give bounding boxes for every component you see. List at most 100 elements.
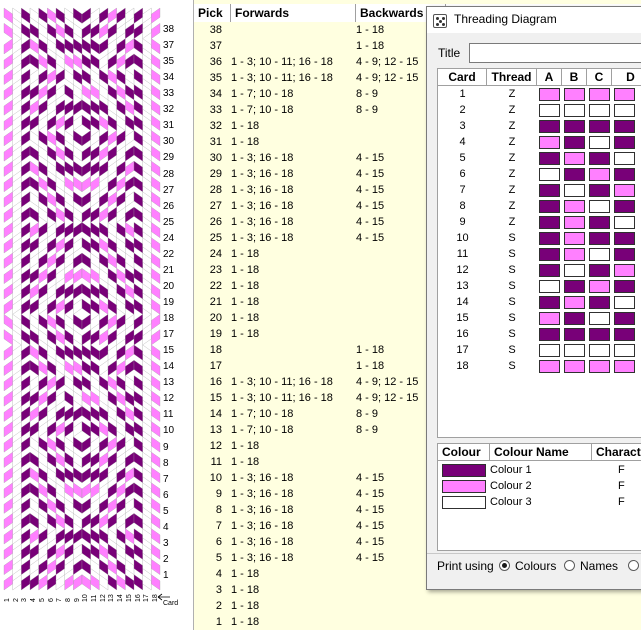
hole-a-colour-cell[interactable]: [539, 328, 560, 341]
thread-direction-cell[interactable]: Z: [487, 118, 537, 134]
hole-b-colour-cell[interactable]: [564, 264, 585, 277]
hole-d-colour-cell[interactable]: [614, 312, 635, 325]
hole-b-colour-cell[interactable]: [564, 312, 585, 325]
title-input[interactable]: [469, 43, 641, 63]
radio-indicator[interactable]: [499, 560, 510, 571]
hole-d-colour-cell[interactable]: [614, 248, 635, 261]
colour-name-column-header[interactable]: Colour Name: [490, 444, 592, 461]
colour-swatch[interactable]: [442, 480, 486, 493]
thread-direction-cell[interactable]: Z: [487, 214, 537, 230]
hole-c-colour-cell[interactable]: [589, 136, 610, 149]
pick-row[interactable]: 1 1 - 18: [194, 614, 641, 630]
card-row[interactable]: 5Z: [438, 150, 641, 166]
card-column-header[interactable]: Card: [438, 69, 487, 86]
hole-a-colour-cell[interactable]: [539, 312, 560, 325]
colour-swatch[interactable]: [442, 496, 486, 509]
hole-c-colour-cell[interactable]: [589, 328, 610, 341]
hole-b-colour-cell[interactable]: [564, 200, 585, 213]
card-row[interactable]: 4Z: [438, 134, 641, 150]
thread-direction-cell[interactable]: S: [487, 358, 537, 374]
hole-d-colour-cell[interactable]: [614, 200, 635, 213]
thread-direction-cell[interactable]: S: [487, 262, 537, 278]
hole-c-colour-cell[interactable]: [589, 312, 610, 325]
hole-c-colour-cell[interactable]: [589, 232, 610, 245]
hole-b-colour-cell[interactable]: [564, 184, 585, 197]
hole-c-colour-cell[interactable]: [589, 360, 610, 373]
card-row[interactable]: 14 S: [438, 294, 641, 310]
hole-a-colour-cell[interactable]: [539, 88, 560, 101]
hole-d-colour-cell[interactable]: [614, 120, 635, 133]
hole-c-colour-cell[interactable]: [589, 248, 610, 261]
card-row[interactable]: 11 S: [438, 246, 641, 262]
thread-direction-cell[interactable]: S: [487, 246, 537, 262]
hole-d-colour-cell[interactable]: [614, 136, 635, 149]
hole-b-colour-cell[interactable]: [564, 328, 585, 341]
radio-indicator[interactable]: [564, 560, 575, 571]
thread-direction-cell[interactable]: Z: [487, 198, 537, 214]
hole-d-colour-cell[interactable]: [614, 88, 635, 101]
hole-d-column-header[interactable]: D: [612, 69, 641, 86]
hole-c-colour-cell[interactable]: [589, 120, 610, 133]
hole-a-colour-cell[interactable]: [539, 280, 560, 293]
hole-a-colour-cell[interactable]: [539, 168, 560, 181]
hole-a-colour-cell[interactable]: [539, 136, 560, 149]
card-row[interactable]: 10 S: [438, 230, 641, 246]
colour-row[interactable]: Colour 2 F: [438, 478, 641, 494]
thread-direction-cell[interactable]: Z: [487, 166, 537, 182]
hole-a-colour-cell[interactable]: [539, 184, 560, 197]
colour-row[interactable]: Colour 3 F: [438, 494, 641, 510]
hole-b-column-header[interactable]: B: [562, 69, 587, 86]
thread-direction-cell[interactable]: S: [487, 294, 537, 310]
colour-row[interactable]: Colour 1 F: [438, 462, 641, 478]
thread-direction-cell[interactable]: S: [487, 326, 537, 342]
threading-diagram-dialog[interactable]: Threading Diagram Title Card Thread A B …: [426, 6, 641, 590]
hole-b-colour-cell[interactable]: [564, 232, 585, 245]
thread-direction-cell[interactable]: Z: [487, 150, 537, 166]
hole-b-colour-cell[interactable]: [564, 168, 585, 181]
pick-column-header[interactable]: Pick: [194, 4, 231, 22]
card-row[interactable]: 3Z: [438, 118, 641, 134]
hole-b-colour-cell[interactable]: [564, 88, 585, 101]
hole-c-colour-cell[interactable]: [589, 152, 610, 165]
card-row[interactable]: 8Z: [438, 198, 641, 214]
hole-b-colour-cell[interactable]: [564, 280, 585, 293]
colour-swatch[interactable]: [442, 464, 486, 477]
hole-a-colour-cell[interactable]: [539, 120, 560, 133]
hole-d-colour-cell[interactable]: [614, 104, 635, 117]
radio-indicator[interactable]: [628, 560, 639, 571]
hole-c-colour-cell[interactable]: [589, 280, 610, 293]
hole-a-colour-cell[interactable]: [539, 360, 560, 373]
hole-a-colour-cell[interactable]: [539, 248, 560, 261]
card-row[interactable]: 7Z: [438, 182, 641, 198]
hole-b-colour-cell[interactable]: [564, 152, 585, 165]
hole-b-colour-cell[interactable]: [564, 248, 585, 261]
dialog-titlebar[interactable]: Threading Diagram: [427, 7, 641, 33]
card-threading-grid[interactable]: Card Thread A B C D 1 Z 2 Z 3 Z 4 Z 5 Z 6 Z 7 Z 8 Z 9 Z 10…: [437, 68, 641, 438]
hole-c-colour-cell[interactable]: [589, 200, 610, 213]
hole-c-colour-cell[interactable]: [589, 168, 610, 181]
card-row[interactable]: 15 S: [438, 310, 641, 326]
card-row[interactable]: 1Z: [438, 86, 641, 102]
hole-c-colour-cell[interactable]: [589, 104, 610, 117]
hole-c-column-header[interactable]: C: [587, 69, 612, 86]
hole-c-colour-cell[interactable]: [589, 264, 610, 277]
hole-a-colour-cell[interactable]: [539, 200, 560, 213]
colour-table[interactable]: Colour Colour Name Character Colour 1FCo…: [437, 443, 641, 551]
thread-direction-cell[interactable]: Z: [487, 86, 537, 102]
hole-a-colour-cell[interactable]: [539, 104, 560, 117]
hole-d-colour-cell[interactable]: [614, 328, 635, 341]
hole-a-colour-cell[interactable]: [539, 152, 560, 165]
hole-a-colour-cell[interactable]: [539, 232, 560, 245]
hole-d-colour-cell[interactable]: [614, 232, 635, 245]
pick-row[interactable]: 2 1 - 18: [194, 598, 641, 614]
card-row[interactable]: 16 S: [438, 326, 641, 342]
card-row[interactable]: 9Z: [438, 214, 641, 230]
thread-direction-cell[interactable]: Z: [487, 134, 537, 150]
card-row[interactable]: 6Z: [438, 166, 641, 182]
hole-d-colour-cell[interactable]: [614, 280, 635, 293]
hole-b-colour-cell[interactable]: [564, 120, 585, 133]
hole-c-colour-cell[interactable]: [589, 344, 610, 357]
hole-a-colour-cell[interactable]: [539, 344, 560, 357]
hole-b-colour-cell[interactable]: [564, 136, 585, 149]
hole-d-colour-cell[interactable]: [614, 152, 635, 165]
